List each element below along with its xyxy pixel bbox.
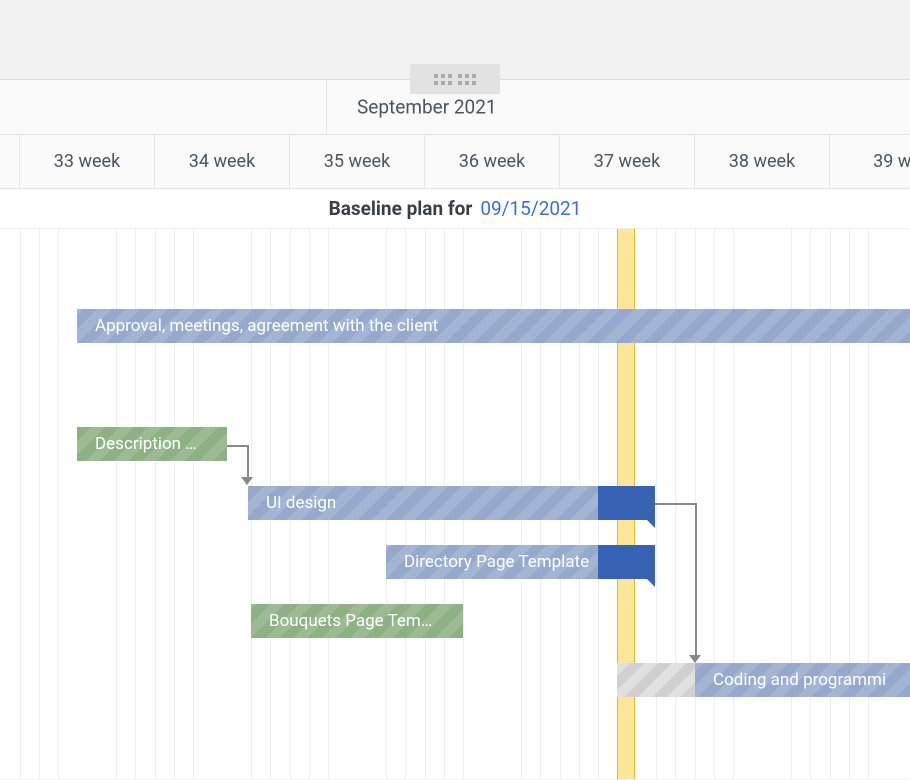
week-cell-spacer: [0, 135, 20, 188]
week-cell[interactable]: 36 week: [425, 135, 560, 188]
task-bar-coding[interactable]: Coding and programmi: [695, 663, 910, 697]
dependency-arrow-icon: [689, 655, 701, 663]
task-bar-coding-baseline[interactable]: [617, 663, 695, 697]
task-bar-ui-design-actual[interactable]: [598, 486, 655, 520]
dependency-arrow-icon: [241, 477, 253, 485]
dependency-line: [247, 445, 249, 477]
task-bar-ui-design[interactable]: UI design: [248, 486, 598, 520]
dependency-line: [695, 503, 697, 655]
task-label: Description …: [95, 434, 197, 454]
baseline-date-link[interactable]: 09/15/2021: [480, 197, 581, 220]
week-cell[interactable]: 37 week: [560, 135, 695, 188]
splitter-dots-icon: [434, 74, 452, 85]
week-cell[interactable]: 33 week: [20, 135, 155, 188]
month-divider: [326, 80, 327, 134]
task-bar-bouquets[interactable]: Bouquets Page Tem…: [251, 604, 463, 638]
week-cell[interactable]: 38 week: [695, 135, 830, 188]
week-cell[interactable]: 35 week: [290, 135, 425, 188]
task-label: Coding and programmi: [713, 670, 886, 690]
task-label: Approval, meetings, agreement with the c…: [95, 316, 438, 336]
task-bar-directory[interactable]: Directory Page Template: [386, 545, 598, 579]
task-bar-approval[interactable]: Approval, meetings, agreement with the c…: [77, 309, 910, 343]
dependency-line: [655, 503, 695, 505]
task-bar-description[interactable]: Description …: [77, 427, 227, 461]
gantt-chart-area[interactable]: Approval, meetings, agreement with the c…: [0, 229, 910, 779]
month-label: September 2021: [357, 96, 497, 119]
top-panel: [0, 0, 910, 80]
week-cell[interactable]: 39 we: [830, 135, 910, 188]
task-label: UI design: [266, 493, 336, 513]
splitter-dots-icon: [458, 74, 476, 85]
baseline-row: Baseline plan for 09/15/2021: [0, 189, 910, 229]
task-label: Bouquets Page Tem…: [269, 611, 432, 631]
splitter-handle[interactable]: [410, 64, 500, 94]
baseline-label: Baseline plan for: [329, 197, 473, 220]
task-label: Directory Page Template: [404, 552, 589, 572]
week-cell[interactable]: 34 week: [155, 135, 290, 188]
task-bar-directory-actual[interactable]: [598, 545, 655, 579]
dependency-line: [227, 445, 247, 447]
timeline-week-header: 33 week 34 week 35 week 36 week 37 week …: [0, 135, 910, 189]
